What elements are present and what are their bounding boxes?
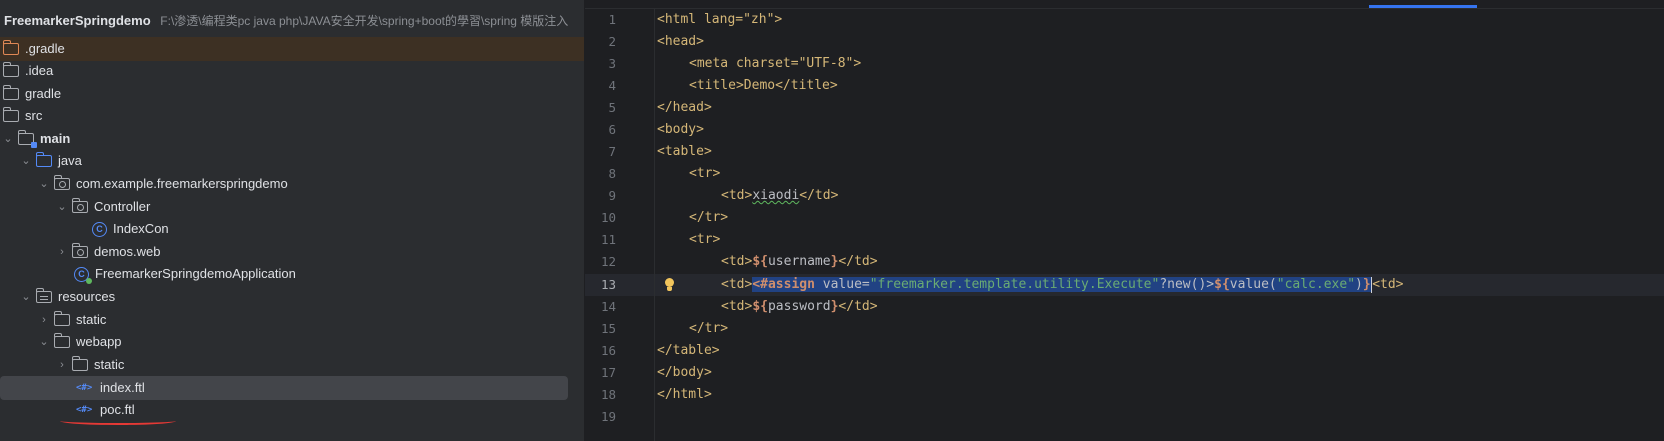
code-line[interactable]: <td>xiaodi</td> [721, 185, 838, 207]
tree-item-gradle-cache[interactable]: .gradle [3, 37, 65, 61]
code-line[interactable]: <head> [657, 31, 704, 53]
tree-item-demos-web[interactable]: › demos.web [56, 240, 160, 264]
tree-item-gradle[interactable]: gradle [3, 82, 61, 106]
code-line[interactable]: <tr> [689, 163, 720, 185]
chevron-right-icon[interactable]: › [38, 308, 50, 332]
line-number: 12 [600, 254, 616, 269]
code-line[interactable]: <td>${password}</td> [721, 296, 878, 318]
code-line[interactable]: <tr> [689, 229, 720, 251]
resources-folder-icon [36, 288, 52, 303]
project-tool-window: FreemarkerSpringdemo F:\渗透\编程类pc java ph… [0, 0, 585, 441]
folder-icon [3, 62, 19, 77]
line-number: 5 [608, 100, 616, 115]
tree-item-package-root[interactable]: ⌄ com.example.freemarkerspringdemo [38, 172, 288, 196]
chevron-down-icon[interactable]: ⌄ [38, 330, 50, 354]
line-number: 10 [600, 210, 616, 225]
code-line[interactable]: <td>${username}</td> [721, 251, 878, 273]
code-line[interactable]: <meta charset="UTF-8"> [689, 53, 861, 75]
spring-app-icon: C [74, 266, 92, 284]
active-tab-indicator[interactable] [1369, 5, 1477, 8]
ftl-file-icon: <#> [76, 405, 93, 415]
line-number: 1 [608, 12, 616, 27]
package-icon [54, 175, 70, 190]
project-path: F:\渗透\编程类pc java php\JAVA安全开发\spring+boo… [160, 14, 569, 28]
chevron-right-icon[interactable]: › [56, 240, 68, 264]
tree-item-src[interactable]: src [3, 104, 42, 128]
package-icon [72, 198, 88, 213]
line-number: 8 [608, 166, 616, 181]
code-line[interactable]: </tr> [689, 318, 728, 340]
code-line[interactable]: </body> [657, 362, 712, 384]
code-line[interactable]: <body> [657, 119, 704, 141]
code-line[interactable]: </table> [657, 340, 720, 362]
code-line[interactable]: <table> [657, 141, 712, 163]
module-folder-icon [18, 130, 37, 148]
code-line[interactable]: </html> [657, 384, 712, 406]
code-line[interactable]: </head> [657, 97, 712, 119]
line-number: 2 [608, 34, 616, 49]
code-line-current[interactable]: <td><#assign value="freemarker.template.… [721, 274, 1404, 296]
chevron-down-icon[interactable]: ⌄ [38, 172, 50, 196]
line-number: 7 [608, 144, 616, 159]
line-number: 14 [600, 299, 616, 314]
line-number-current: 13 [600, 277, 616, 292]
folder-icon [3, 40, 19, 55]
folder-icon [3, 85, 19, 100]
source-folder-icon [36, 152, 52, 167]
tree-item-main[interactable]: ⌄ main [2, 127, 70, 151]
tree-item-static[interactable]: › static [38, 308, 106, 332]
selected-text: <#assign value="freemarker.template.util… [752, 277, 1371, 292]
line-number: 19 [600, 409, 616, 424]
package-icon [72, 243, 88, 258]
gutter-separator [654, 9, 655, 441]
tree-item-index-ftl[interactable]: <#> index.ftl [0, 376, 568, 400]
line-number: 3 [608, 56, 616, 71]
excluded-folder-highlight [0, 37, 584, 61]
project-header: FreemarkerSpringdemo F:\渗透\编程类pc java ph… [4, 12, 568, 29]
tree-item-controller[interactable]: ⌄ Controller [56, 195, 150, 219]
tree-item-poc-ftl[interactable]: <#> poc.ftl [76, 398, 135, 422]
chevron-down-icon[interactable]: ⌄ [56, 195, 68, 219]
chevron-down-icon[interactable]: ⌄ [2, 127, 14, 151]
ftl-file-icon: <#> [76, 383, 93, 393]
code-line[interactable]: <html lang="zh"> [657, 9, 782, 31]
folder-icon [54, 311, 70, 326]
chevron-down-icon[interactable]: ⌄ [20, 149, 32, 173]
line-number: 16 [600, 343, 616, 358]
line-number: 6 [608, 122, 616, 137]
line-number: 18 [600, 387, 616, 402]
project-name: FreemarkerSpringdemo [4, 13, 151, 28]
chevron-right-icon[interactable]: › [56, 353, 68, 377]
line-number: 11 [600, 232, 616, 247]
tree-item-webapp[interactable]: ⌄ webapp [38, 330, 122, 354]
class-icon: C [92, 221, 107, 237]
tree-item-java[interactable]: ⌄ java [20, 149, 82, 173]
tree-item-webapp-static[interactable]: › static [56, 353, 124, 377]
folder-icon [54, 333, 70, 348]
code-line[interactable]: </tr> [689, 207, 728, 229]
folder-icon [3, 107, 19, 122]
line-number: 17 [600, 365, 616, 380]
tree-item-application[interactable]: C FreemarkerSpringdemoApplication [74, 262, 296, 286]
tree-item-resources[interactable]: ⌄ resources [20, 285, 115, 309]
spellcheck-word: xiaodi [752, 188, 800, 203]
folder-icon [72, 356, 88, 371]
chevron-down-icon[interactable]: ⌄ [20, 285, 32, 309]
line-number: 9 [608, 188, 616, 203]
code-line[interactable]: <title>Demo</title> [689, 75, 838, 97]
tree-item-indexcon[interactable]: C IndexCon [92, 217, 169, 241]
tree-item-idea[interactable]: .idea [3, 59, 53, 83]
lightbulb-icon[interactable] [663, 278, 675, 292]
line-number: 4 [608, 78, 616, 93]
line-number: 15 [600, 321, 616, 336]
